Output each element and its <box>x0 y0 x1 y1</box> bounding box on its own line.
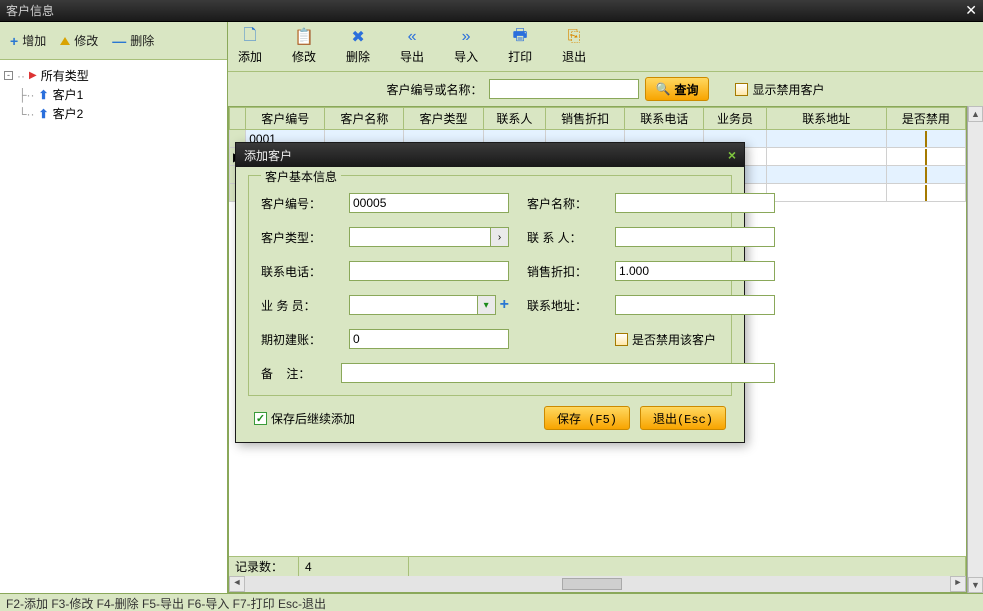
grid-header-row: 客户编号客户名称客户类型 联系人销售折扣联系电话 业务员联系地址是否禁用 <box>230 108 966 130</box>
filter-row: 客户编号或名称： 🔍 查询 显示禁用客户 <box>228 72 983 106</box>
horizontal-scrollbar[interactable]: ◄ ► <box>229 576 966 592</box>
discount-input[interactable] <box>615 261 775 281</box>
filter-label: 客户编号或名称： <box>387 81 483 98</box>
window-title: 客户信息 <box>6 2 54 19</box>
dropdown-icon[interactable]: ▾ <box>478 295 496 315</box>
chevrons-right-icon: » <box>462 28 471 46</box>
opening-balance-input[interactable] <box>349 329 509 349</box>
x-icon: ✖ <box>351 28 364 46</box>
checked-icon: ✓ <box>254 412 267 425</box>
tree-root[interactable]: - ·· ▶ 所有类型 <box>4 66 223 85</box>
remark-input[interactable] <box>341 363 775 383</box>
keep-adding-checkbox[interactable]: ✓ 保存后继续添加 <box>254 410 355 427</box>
customer-code-input[interactable] <box>349 193 509 213</box>
title-bar: 客户信息 ✕ <box>0 0 983 22</box>
edit-icon <box>60 37 70 45</box>
filter-input[interactable] <box>489 79 639 99</box>
dialog-close-icon[interactable]: × <box>728 147 736 163</box>
checkbox-icon <box>735 83 748 96</box>
chevrons-left-icon: « <box>408 28 417 46</box>
scroll-thumb[interactable] <box>562 578 622 590</box>
add-customer-dialog: 添加客户 × 客户基本信息 客户编号： 客户名称： 客户类型： › 联 系 人：… <box>235 142 745 443</box>
left-edit-button[interactable]: 修改 <box>60 32 98 49</box>
dialog-title-bar[interactable]: 添加客户 × <box>236 143 744 167</box>
arrow-right-icon: ▶ <box>29 70 37 81</box>
salesman-combo[interactable]: ▾ <box>349 295 496 315</box>
tree-item[interactable]: ├·· ⬆ 客户1 <box>4 85 223 104</box>
clipboard-icon: 📋 <box>294 28 314 46</box>
left-delete-button[interactable]: — 删除 <box>112 32 154 49</box>
scroll-left-icon[interactable]: ◄ <box>229 576 245 592</box>
left-toolbar: + 增加 修改 — 删除 <box>0 22 227 60</box>
fieldset-legend: 客户基本信息 <box>261 168 341 185</box>
file-icon: 🗋 <box>244 28 257 46</box>
minus-icon: — <box>112 33 126 49</box>
scroll-down-icon[interactable]: ▼ <box>968 577 983 593</box>
toolbar-print-button[interactable]: 🖶打印 <box>508 28 532 65</box>
main-toolbar: 🗋添加 📋修改 ✖删除 «导出 »导入 🖶打印 ⎘退出 <box>228 22 983 72</box>
address-input[interactable] <box>615 295 775 315</box>
toolbar-add-button[interactable]: 🗋添加 <box>238 28 262 65</box>
left-pane: + 增加 修改 — 删除 - ·· ▶ 所有类型 ├·· ⬆ <box>0 22 228 593</box>
arrow-up-icon: ⬆ <box>39 107 49 121</box>
plus-icon: + <box>10 33 18 49</box>
toolbar-edit-button[interactable]: 📋修改 <box>292 28 316 65</box>
printer-icon: 🖶 <box>513 28 528 46</box>
save-button[interactable]: 保存 (F5) <box>544 406 630 430</box>
status-bar: F2-添加 F3-修改 F4-删除 F5-导出 F6-导入 F7-打印 Esc-… <box>0 593 983 611</box>
phone-input[interactable] <box>349 261 509 281</box>
customer-type-combo[interactable]: › <box>349 227 509 247</box>
arrow-up-icon: ⬆ <box>39 88 49 102</box>
toolbar-exit-button[interactable]: ⎘退出 <box>562 28 586 65</box>
scroll-up-icon[interactable]: ▲ <box>968 106 983 122</box>
toolbar-import-button[interactable]: »导入 <box>454 28 478 65</box>
checkbox-icon <box>615 333 628 346</box>
left-add-button[interactable]: + 增加 <box>10 32 46 49</box>
dialog-title: 添加客户 <box>244 147 292 164</box>
add-salesman-icon[interactable]: + <box>500 296 509 314</box>
collapse-icon[interactable]: - <box>4 71 13 80</box>
close-icon[interactable]: ✕ <box>965 2 977 19</box>
lookup-icon[interactable]: › <box>491 227 509 247</box>
grid-footer: 记录数： 4 <box>229 556 966 576</box>
exit-icon: ⎘ <box>568 28 581 46</box>
show-disabled-checkbox[interactable]: 显示禁用客户 <box>735 81 824 98</box>
toolbar-export-button[interactable]: «导出 <box>400 28 424 65</box>
scroll-right-icon[interactable]: ► <box>950 576 966 592</box>
tree-item[interactable]: └·· ⬆ 客户2 <box>4 104 223 123</box>
disable-customer-checkbox[interactable]: 是否禁用该客户 <box>615 331 775 348</box>
category-tree[interactable]: - ·· ▶ 所有类型 ├·· ⬆ 客户1 └·· ⬆ 客户2 <box>0 60 227 593</box>
exit-button[interactable]: 退出(Esc) <box>640 406 726 430</box>
toolbar-delete-button[interactable]: ✖删除 <box>346 28 370 65</box>
customer-name-input[interactable] <box>615 193 775 213</box>
search-icon: 🔍 <box>656 82 671 96</box>
contact-input[interactable] <box>615 227 775 247</box>
vertical-scrollbar[interactable]: ▲ ▼ <box>967 106 983 593</box>
search-button[interactable]: 🔍 查询 <box>645 77 710 101</box>
